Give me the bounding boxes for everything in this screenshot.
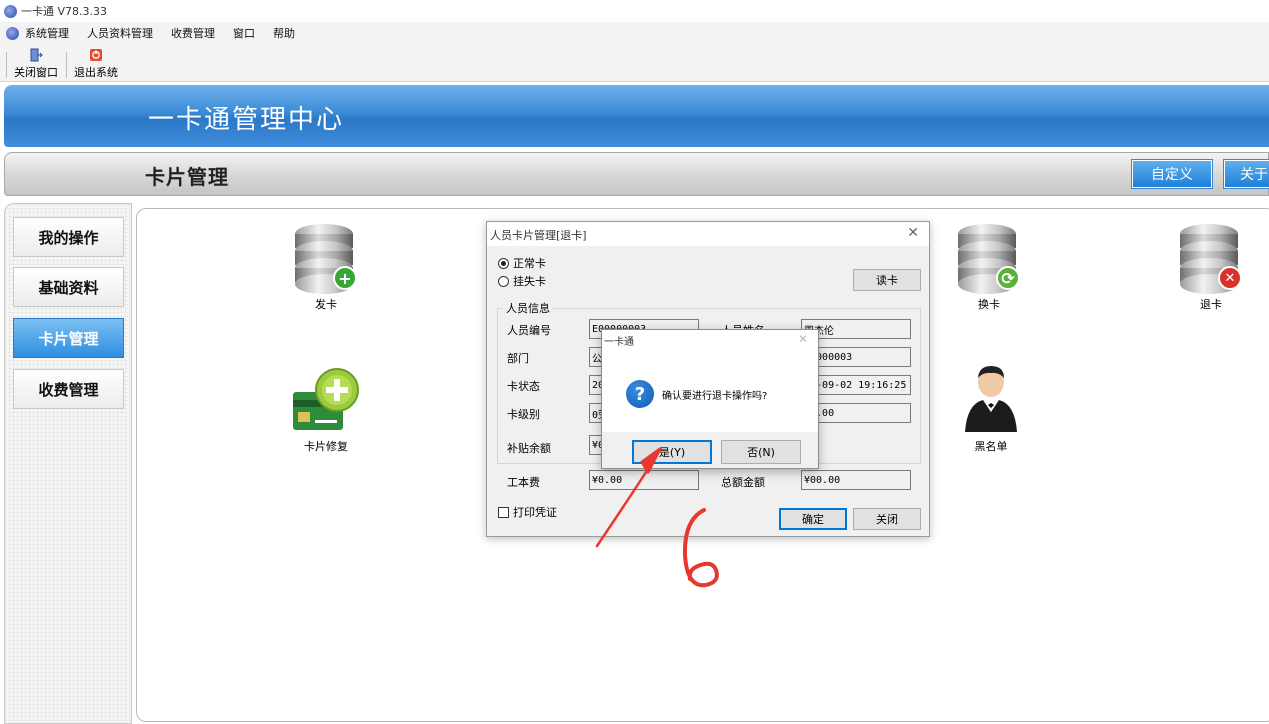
card-repair-tile[interactable]: 卡片修复: [281, 366, 371, 454]
refund-card-tile[interactable]: ✕ 退卡: [1166, 224, 1256, 312]
total-label: 总额金额: [721, 476, 765, 489]
exit-system-button[interactable]: 退出系统: [72, 46, 120, 80]
blacklist-tile[interactable]: 黑名单: [946, 362, 1036, 454]
toolbar: 关闭窗口 退出系统: [0, 44, 1269, 82]
close-window-button[interactable]: 关闭窗口: [12, 46, 60, 80]
menu-window[interactable]: 窗口: [233, 25, 255, 41]
menu-fees[interactable]: 收费管理: [171, 25, 215, 41]
refund-card-icon: ✕: [1180, 224, 1242, 294]
fee-label: 工本费: [507, 476, 540, 489]
menu-bar: 系统管理 人员资料管理 收费管理 窗口 帮助: [0, 22, 1269, 44]
dept-label: 部门: [507, 352, 529, 365]
toolbar-separator: [66, 52, 67, 78]
card-repair-label: 卡片修复: [304, 440, 348, 453]
menu-personnel[interactable]: 人员资料管理: [87, 25, 153, 41]
sidebar: 我的操作 基础资料 卡片管理 收费管理: [4, 203, 132, 724]
close-window-label: 关闭窗口: [14, 66, 58, 79]
question-icon: ?: [626, 380, 654, 408]
blacklist-person-icon: [965, 366, 1017, 432]
section-header: 卡片管理 自定义 关于: [4, 152, 1269, 196]
customize-button[interactable]: 自定义: [1131, 159, 1213, 189]
card-repair-icon: [293, 368, 359, 430]
section-title: 卡片管理: [145, 165, 229, 189]
header-banner: 一卡通管理中心: [4, 85, 1269, 147]
sidebar-item-card-management[interactable]: 卡片管理: [13, 318, 124, 358]
sidebar-item-my-operations[interactable]: 我的操作: [13, 217, 124, 257]
issue-card-icon: +: [295, 224, 357, 294]
close-window-icon: [30, 48, 43, 62]
sidebar-item-fee-management[interactable]: 收费管理: [13, 369, 124, 409]
confirm-dialog-footer: 是(Y) 否(N): [602, 432, 818, 468]
exit-system-label: 退出系统: [74, 66, 118, 79]
print-receipt-label: 打印凭证: [513, 506, 557, 519]
menu-system[interactable]: 系统管理: [25, 25, 69, 41]
confirm-dialog-title: 一卡通: [604, 337, 634, 348]
exit-system-icon: [90, 49, 102, 61]
title-bar: 一卡通 V78.3.33: [0, 0, 1269, 22]
menu-help[interactable]: 帮助: [273, 25, 295, 41]
fee-field[interactable]: ¥0.00: [589, 470, 699, 490]
card-status-label: 卡状态: [507, 380, 540, 393]
print-receipt-checkbox[interactable]: 打印凭证: [498, 504, 557, 520]
replace-card-icon: ⟳: [958, 224, 1020, 294]
replace-card-label: 换卡: [978, 298, 1000, 311]
card-refund-dialog-title: 人员卡片管理[退卡]: [487, 222, 929, 246]
confirm-dialog: 一卡通 ✕ ? 确认要进行退卡操作吗? 是(Y) 否(N): [601, 329, 819, 469]
confirm-message: 确认要进行退卡操作吗?: [662, 391, 768, 402]
card-level-label: 卡级别: [507, 408, 540, 421]
issue-card-tile[interactable]: + 发卡: [281, 224, 371, 312]
radio-lost-card[interactable]: 挂失卡: [498, 273, 546, 289]
read-card-button[interactable]: 读卡: [853, 269, 921, 291]
subsidy-label: 补贴余额: [507, 442, 551, 455]
radio-normal-indicator: [498, 257, 509, 269]
radio-normal-label: 正常卡: [513, 257, 546, 270]
blacklist-label: 黑名单: [974, 440, 1008, 453]
print-receipt-box: [498, 506, 509, 518]
dialog-close-button[interactable]: 关闭: [853, 508, 921, 530]
issue-card-label: 发卡: [315, 298, 337, 311]
sidebar-item-basic-data[interactable]: 基础资料: [13, 267, 124, 307]
confirm-close-icon[interactable]: ✕: [798, 332, 808, 346]
refund-card-label: 退卡: [1200, 298, 1222, 311]
banner-title: 一卡通管理中心: [148, 105, 345, 135]
total-field[interactable]: ¥00.00: [801, 470, 911, 490]
radio-lost-indicator: [498, 275, 509, 287]
person-no-label: 人员编号: [507, 324, 551, 337]
window-title: 一卡通 V78.3.33: [21, 5, 108, 18]
replace-card-tile[interactable]: ⟳ 换卡: [944, 224, 1034, 312]
close-icon[interactable]: ✕: [907, 225, 919, 241]
ok-button[interactable]: 确定: [779, 508, 847, 530]
person-info-group-title: 人员信息: [503, 300, 553, 316]
app-icon: [4, 4, 17, 18]
app-menu-icon[interactable]: [6, 26, 19, 40]
toolbar-grip: [6, 52, 7, 78]
radio-lost-label: 挂失卡: [513, 275, 546, 288]
no-button[interactable]: 否(N): [721, 440, 801, 464]
about-button[interactable]: 关于: [1223, 159, 1269, 189]
yes-button[interactable]: 是(Y): [632, 440, 712, 464]
radio-normal-card[interactable]: 正常卡: [498, 255, 546, 271]
